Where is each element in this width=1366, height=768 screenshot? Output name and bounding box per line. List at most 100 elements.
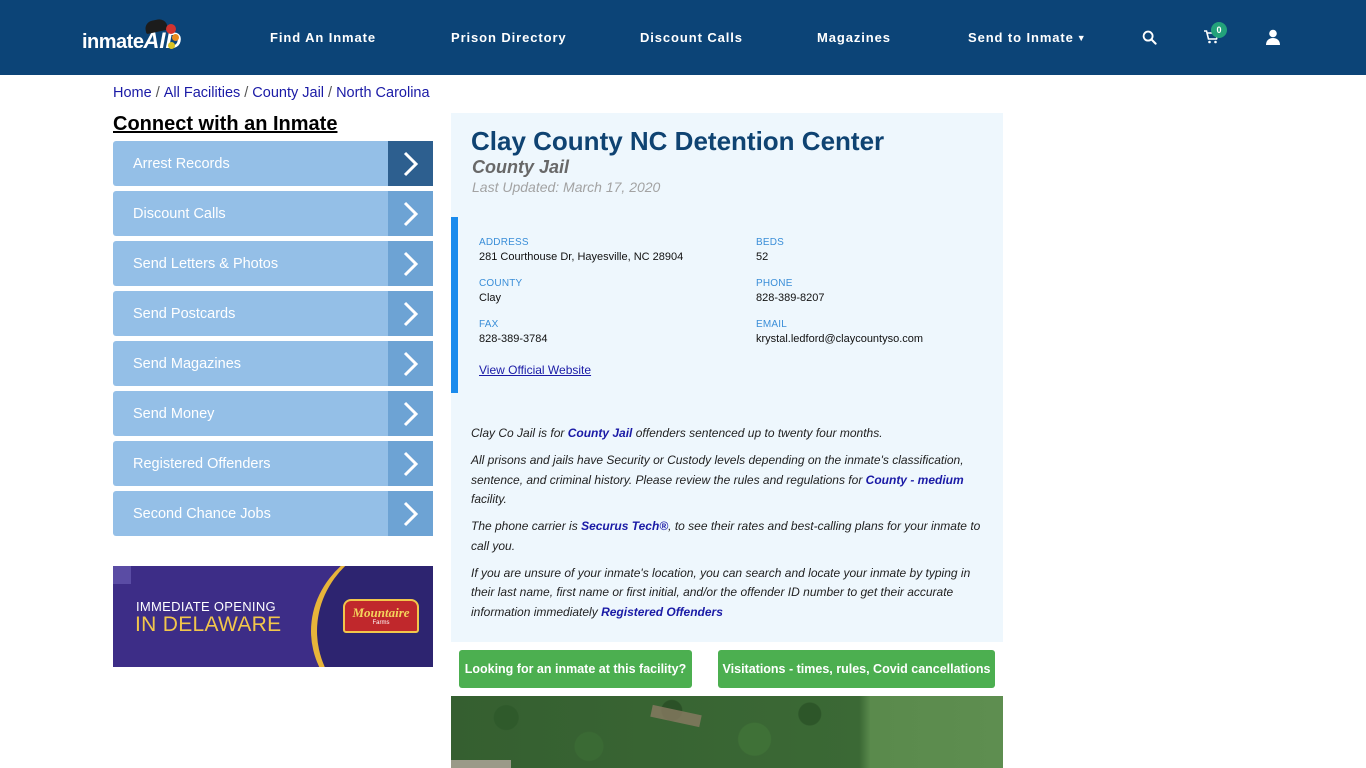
nav-magazines[interactable]: Magazines: [817, 30, 891, 45]
breadcrumb-north-carolina[interactable]: North Carolina: [336, 85, 430, 101]
find-inmate-at-facility-button[interactable]: Looking for an inmate at this facility?: [459, 650, 692, 688]
ad-brand-logo: Mountaire Farms: [343, 599, 419, 633]
breadcrumb-all-facilities[interactable]: All Facilities: [164, 85, 241, 101]
phone-label: PHONE: [756, 278, 793, 289]
chevron-right-icon: [388, 291, 433, 336]
breadcrumb: Home / All Facilities / County Jail / North Ca…: [113, 85, 430, 101]
view-official-website-link[interactable]: View Official Website: [479, 363, 591, 377]
last-updated: Last Updated: March 17, 2020: [472, 179, 661, 195]
text: Clay Co Jail is for: [471, 426, 568, 440]
county-field: COUNTY Clay: [479, 278, 522, 304]
nav-discount-calls[interactable]: Discount Calls: [640, 30, 743, 45]
search-icon: [1142, 30, 1157, 45]
search-button[interactable]: [1138, 26, 1160, 48]
caret-down-icon: ▼: [1076, 33, 1087, 43]
sidebar-item-send-letters-photos[interactable]: Send Letters & Photos: [113, 241, 433, 286]
description-paragraph: Clay Co Jail is for County Jail offender…: [471, 424, 986, 444]
fax-value: 828-389-3784: [479, 333, 548, 345]
text: facility.: [471, 492, 507, 506]
facility-satellite-image: [451, 696, 1003, 768]
sidebar-item-label: Second Chance Jobs: [133, 505, 271, 522]
email-field: EMAIL krystal.ledford@claycountyso.com: [756, 319, 923, 345]
description-paragraph: All prisons and jails have Security or C…: [471, 451, 986, 510]
county-value: Clay: [479, 292, 502, 304]
breadcrumb-separator: /: [328, 85, 333, 101]
nav-find-an-inmate[interactable]: Find An Inmate: [270, 30, 376, 45]
breadcrumb-county-jail[interactable]: County Jail: [252, 85, 324, 101]
leaf-icon: [166, 24, 176, 34]
fax-field: FAX 828-389-3784: [479, 319, 548, 345]
sidebar-item-label: Send Postcards: [133, 305, 236, 322]
nav-send-to-inmate[interactable]: Send to Inmate ▼: [968, 30, 1087, 45]
facility-name: Clay County NC Detention Center: [471, 126, 885, 156]
account-button[interactable]: [1262, 26, 1284, 48]
logo-text-inmate: inmate: [82, 31, 144, 53]
sidebar-item-discount-calls[interactable]: Discount Calls: [113, 191, 433, 236]
chevron-right-icon: [388, 491, 433, 536]
beds-field: BEDS 52: [756, 237, 784, 263]
nav-send-to-inmate-label: Send to Inmate: [968, 30, 1074, 45]
breadcrumb-separator: /: [155, 85, 160, 101]
inmateaid-logo[interactable]: inmate AID: [82, 17, 181, 54]
ad-brand-tagline: Farms: [372, 619, 390, 626]
email-label: EMAIL: [756, 319, 788, 330]
leaf-icon: [168, 42, 175, 49]
chevron-right-icon: [388, 191, 433, 236]
ad-subheadline: IN DELAWARE: [135, 613, 282, 636]
image-detail: [451, 760, 511, 768]
ad-decoration: [113, 566, 131, 584]
facility-panel: Clay County NC Detention Center County J…: [451, 113, 1003, 642]
connect-with-inmate-heading: Connect with an Inmate: [113, 113, 338, 135]
breadcrumb-home[interactable]: Home: [113, 85, 152, 101]
facility-info-box: ADDRESS 281 Courthouse Dr, Hayesville, N…: [451, 217, 1003, 393]
address-field: ADDRESS 281 Courthouse Dr, Hayesville, N…: [479, 237, 683, 263]
address-label: ADDRESS: [479, 237, 529, 248]
facility-description: Clay Co Jail is for County Jail offender…: [471, 424, 986, 630]
cart-count-badge: 0: [1211, 22, 1227, 38]
address-value: 281 Courthouse Dr, Hayesville, NC 28904: [479, 251, 684, 263]
sidebar-item-send-magazines[interactable]: Send Magazines: [113, 341, 433, 386]
text: The phone carrier is: [471, 519, 582, 533]
county-jail-link[interactable]: County Jail: [568, 426, 633, 440]
sidebar-item-second-chance-jobs[interactable]: Second Chance Jobs: [113, 491, 433, 536]
email-value[interactable]: krystal.ledford@claycountyso.com: [756, 333, 923, 345]
beds-value: 52: [756, 251, 769, 263]
sidebar-item-send-money[interactable]: Send Money: [113, 391, 433, 436]
registered-offenders-link[interactable]: Registered Offenders: [601, 605, 723, 619]
chevron-right-icon: [388, 441, 433, 486]
chevron-right-icon: [388, 391, 433, 436]
chevron-right-icon: [388, 341, 433, 386]
chevron-right-icon: [388, 241, 433, 286]
phone-field: PHONE 828-389-8207: [756, 278, 825, 304]
top-navbar: inmate AID Find An Inmate Prison Directo…: [0, 0, 1366, 75]
image-detail: [650, 704, 702, 728]
fax-label: FAX: [479, 319, 499, 330]
description-paragraph: If you are unsure of your inmate's locat…: [471, 564, 986, 623]
sidebar-item-arrest-records[interactable]: Arrest Records: [113, 141, 433, 186]
sidebar-item-label: Registered Offenders: [133, 455, 271, 472]
sidebar-item-label: Arrest Records: [133, 155, 230, 172]
phone-carrier-link[interactable]: Securus Tech®: [581, 519, 668, 533]
leaf-icon: [172, 34, 179, 41]
county-label: COUNTY: [479, 278, 523, 289]
nav-prison-directory[interactable]: Prison Directory: [451, 30, 567, 45]
sidebar-item-registered-offenders[interactable]: Registered Offenders: [113, 441, 433, 486]
description-paragraph: The phone carrier is Securus Tech®, to s…: [471, 517, 986, 556]
beds-label: BEDS: [756, 237, 785, 248]
phone-value[interactable]: 828-389-8207: [756, 292, 825, 304]
facility-type: County Jail: [472, 157, 570, 177]
sidebar-item-send-postcards[interactable]: Send Postcards: [113, 291, 433, 336]
breadcrumb-separator: /: [244, 85, 249, 101]
text: offenders sentenced up to twenty four mo…: [632, 426, 883, 440]
visitations-button[interactable]: Visitations - times, rules, Covid cancel…: [718, 650, 995, 688]
security-level-link[interactable]: County - medium: [866, 473, 964, 487]
ad-headline: IMMEDIATE OPENING: [136, 599, 276, 614]
sidebar-item-label: Send Money: [133, 405, 215, 422]
user-icon: [1266, 29, 1280, 45]
sidebar-item-label: Send Magazines: [133, 355, 242, 372]
sidebar-item-label: Send Letters & Photos: [133, 255, 279, 272]
sidebar-item-label: Discount Calls: [133, 205, 226, 222]
advertisement-banner[interactable]: IMMEDIATE OPENING IN DELAWARE Mountaire …: [113, 566, 433, 667]
chevron-right-icon: [388, 141, 433, 186]
connect-menu: Arrest Records Discount Calls Send Lette…: [113, 141, 433, 541]
